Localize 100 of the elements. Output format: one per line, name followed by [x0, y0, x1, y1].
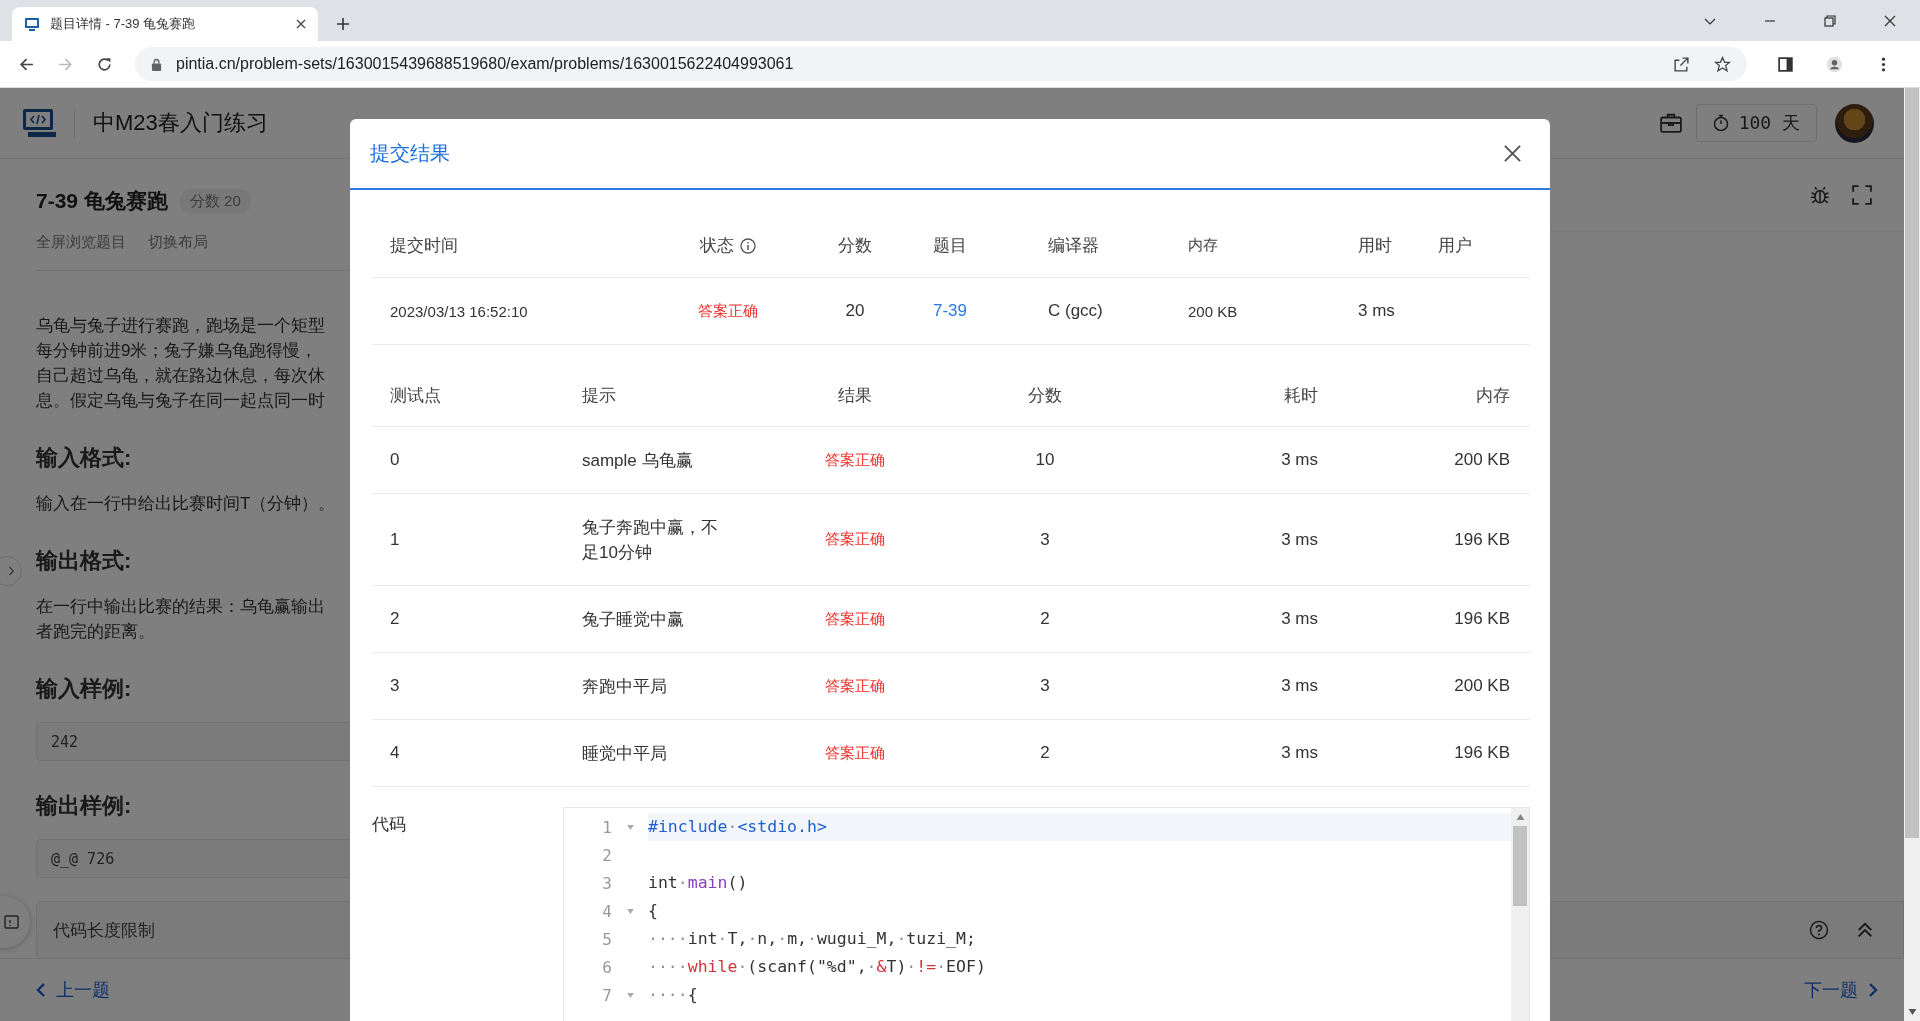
paragraph-line: 在一行中输出比赛的结果：乌龟赢输出 — [36, 596, 325, 618]
column-header: 耗时 — [1284, 385, 1318, 407]
line-number: 5 — [601, 929, 612, 949]
avatar[interactable] — [1835, 103, 1874, 143]
table-cell: 3 ms — [1281, 450, 1318, 470]
table-cell: 3 — [1040, 529, 1050, 550]
lock-icon — [151, 57, 162, 71]
share-icon[interactable] — [1673, 55, 1690, 73]
table-cell: 3 ms — [1358, 301, 1395, 321]
table-cell: 0 — [390, 450, 400, 470]
column-header: 编译器 — [1048, 235, 1099, 257]
scrollbar-thumb[interactable] — [1905, 88, 1919, 838]
chevron-right-icon — [7, 565, 15, 577]
table-cell: 3 — [1040, 676, 1050, 696]
score-badge: 分数 20 — [179, 188, 251, 214]
code-line: int·main() — [648, 872, 749, 894]
url-text: pintia.cn/problem-sets/1630015439688519680/exam/problems/1630015622404993061 — [176, 55, 794, 73]
previous-link[interactable]: 上一题 — [36, 978, 110, 1002]
scroll-down-arrow-icon[interactable] — [1907, 1009, 1917, 1015]
table-cell: 2 — [1040, 609, 1050, 629]
table-cell: 196 KB — [1454, 529, 1510, 550]
stopwatch-icon — [1712, 114, 1729, 132]
table-cell: 3 ms — [1281, 529, 1318, 550]
column-header: 内存 — [1476, 385, 1510, 407]
column-header: 题目 — [933, 235, 967, 257]
column-header: 状态 — [699, 235, 734, 257]
column-header: 分数 — [838, 235, 872, 257]
monitor-icon — [24, 16, 40, 32]
close-icon[interactable] — [296, 19, 306, 29]
paragraph-line: 输入在一行中给出比赛时间T（分钟）。 — [36, 493, 336, 515]
table-cell: 3 — [390, 676, 400, 696]
scrollbar-thumb[interactable] — [1513, 826, 1527, 906]
briefcase-icon[interactable] — [1659, 113, 1682, 133]
section-heading: 输出样例: — [36, 792, 132, 820]
course-title: 中M23春入门练习 — [93, 109, 268, 137]
scrollbar[interactable] — [1904, 88, 1920, 1021]
code-editor[interactable]: 1 #include·<stdio.h> 2 3 int·main() 4 { 5 ····int·T,·n,·m,·wugui_M,·tuzi_M; 6 ····while·(scanf("%d",·&T)·!=·EOF) 7 ····{ — [563, 807, 1530, 1021]
new-tab-icon[interactable] — [336, 17, 350, 31]
column-header: 用时 — [1358, 235, 1392, 257]
section-heading: 输出格式: — [36, 547, 132, 575]
problem-title: 7-39 龟兔赛跑 — [36, 188, 168, 214]
close-icon[interactable] — [1883, 14, 1897, 28]
panel-title: 代码长度限制 — [53, 919, 155, 942]
tab-title: 题目详情 - 7-39 龟兔赛跑 — [50, 15, 197, 33]
table-cell: 3 ms — [1281, 676, 1318, 696]
status-text: 答案正确 — [825, 676, 885, 696]
table-cell-text: 奔跑中平局 — [582, 675, 668, 698]
table-cell: 200 KB — [1188, 302, 1238, 320]
chevron-left-icon — [36, 982, 46, 998]
browser-tab[interactable]: 题目详情 - 7-39 龟兔赛跑 — [12, 7, 318, 41]
table-cell: 4 — [390, 743, 400, 763]
sidebar-icon[interactable] — [1777, 55, 1794, 73]
reload-icon[interactable] — [96, 55, 113, 73]
status-text: 答案正确 — [825, 530, 885, 549]
section-heading: 输入样例: — [36, 675, 132, 703]
table-cell-text: 睡觉中平局 — [582, 742, 668, 765]
status-text: 答案正确 — [697, 301, 758, 321]
address-field[interactable]: pintia.cn/problem-sets/1630015439688519680/exam/problems/1630015622404993061 — [135, 47, 1747, 81]
column-header: 提交时间 — [390, 235, 458, 257]
fullscreen-icon[interactable] — [1852, 185, 1872, 205]
table-cell: 200 KB — [1454, 676, 1510, 696]
line-number: 3 — [601, 873, 612, 893]
code-line: { — [648, 900, 659, 922]
next-link[interactable]: 下一题 — [1804, 978, 1878, 1002]
code-label: 代码 — [372, 814, 407, 836]
table-cell: 2 — [390, 609, 400, 629]
status-text: 答案正确 — [825, 743, 885, 763]
restore-icon[interactable] — [1823, 14, 1837, 28]
toolbar-link[interactable]: 全屏浏览题目 — [36, 233, 126, 252]
column-header: 结果 — [838, 385, 872, 407]
bug-icon[interactable] — [1810, 185, 1830, 205]
table-cell: 196 KB — [1454, 609, 1510, 629]
close-icon[interactable] — [1503, 144, 1522, 163]
toolbar-link[interactable]: 切换布局 — [148, 233, 208, 252]
problem-link[interactable]: 7-39 — [933, 301, 968, 321]
status-text: 答案正确 — [825, 609, 885, 629]
profile-icon[interactable] — [1826, 55, 1843, 73]
countdown-text: 100 天 — [1738, 111, 1800, 135]
paragraph-line: 乌龟与兔子进行赛跑，跑场是一个矩型 — [36, 315, 325, 337]
line-number: 4 — [601, 901, 612, 921]
star-icon[interactable] — [1714, 55, 1731, 73]
table-cell-text: 兔子奔跑中赢，不足10分钟 — [582, 516, 719, 564]
dialog-title: 提交结果 — [370, 141, 451, 166]
line-number: 7 — [601, 985, 612, 1005]
table-cell: C (gcc) — [1048, 301, 1103, 321]
double-chevron-up-icon[interactable] — [1855, 920, 1875, 940]
paragraph-line: 每分钟前进9米；兔子嫌乌龟跑得慢， — [36, 340, 318, 362]
table-cell: 20 — [845, 301, 865, 321]
column-header: 提示 — [582, 385, 616, 407]
table-cell: 2023/03/13 16:52:10 — [390, 302, 528, 320]
help-icon[interactable] — [1809, 920, 1829, 940]
column-header: 测试点 — [390, 385, 441, 407]
logo-icon[interactable] — [22, 108, 58, 138]
scroll-up-arrow-icon[interactable] — [1515, 814, 1525, 820]
info-icon[interactable] — [739, 237, 756, 254]
table-cell: 196 KB — [1454, 743, 1510, 763]
table-cell: 1 — [390, 529, 400, 550]
sample-text: 242 — [51, 732, 79, 751]
table-cell: 200 KB — [1454, 450, 1510, 470]
table-cell-text: sample 乌龟赢 — [582, 449, 694, 472]
